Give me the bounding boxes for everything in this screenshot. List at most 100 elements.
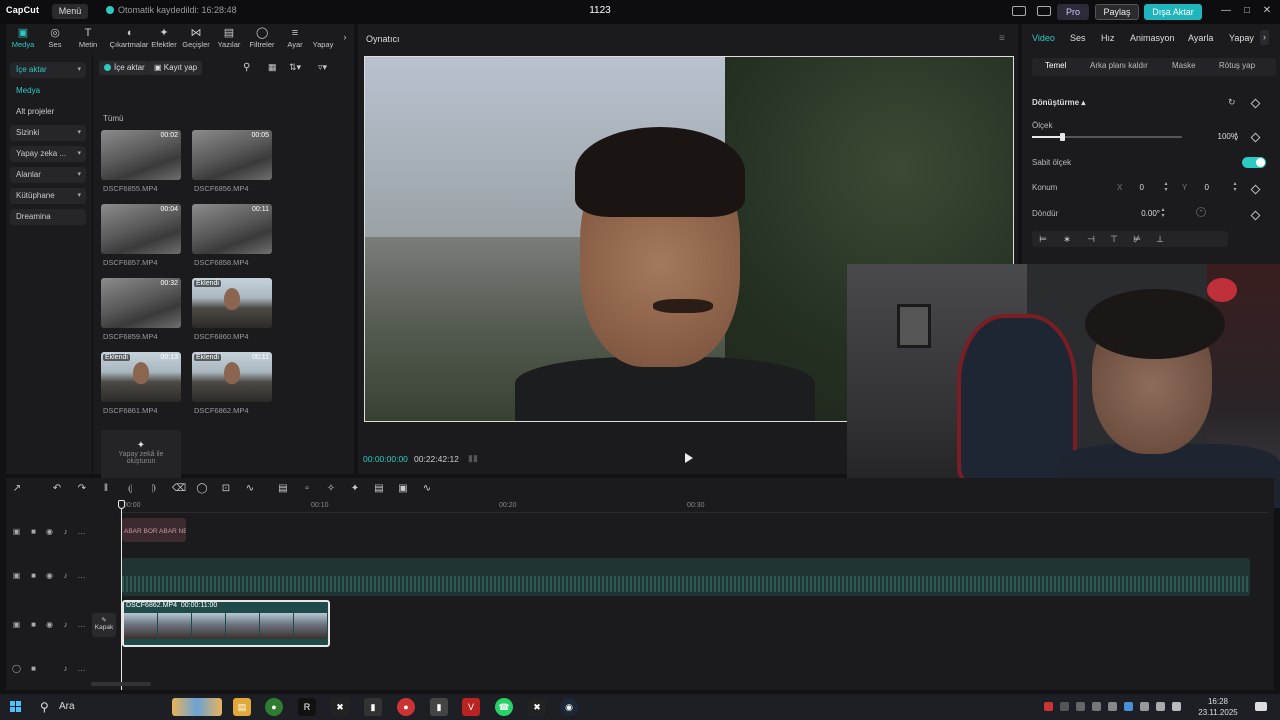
tab-captions[interactable]: ▤ Yazılar	[212, 26, 246, 50]
timeline-scrollbar[interactable]	[91, 682, 151, 686]
lock-icon[interactable]: ■	[29, 527, 38, 536]
main-video-clip[interactable]: DSCF6862.MP4 00:00:11:00	[122, 600, 330, 647]
rotate-stepper-icon[interactable]: ▴ ▾	[1159, 207, 1167, 219]
text-clip[interactable]: ABAR BOR ABAR NE	[122, 518, 186, 542]
timeline-ruler[interactable]	[119, 512, 1269, 513]
timecode-icon[interactable]: ▮▮	[468, 453, 478, 464]
search-icon[interactable]: ⚲	[243, 62, 250, 73]
eye-icon[interactable]: ◉	[45, 571, 54, 580]
media-clip[interactable]: Eklendi 00:11 DSCF6862.MP4	[192, 352, 272, 415]
more-icon[interactable]: …	[77, 620, 86, 629]
file-explorer-icon[interactable]: ▤	[233, 698, 251, 716]
speaker-icon[interactable]: ♪	[61, 664, 70, 673]
tray-app-icon[interactable]	[1140, 702, 1149, 711]
network-icon[interactable]	[1156, 702, 1165, 711]
rotate-value[interactable]: 0.00°	[1120, 209, 1160, 218]
overlay-clip-strip[interactable]	[122, 558, 1250, 596]
align-left-icon[interactable]: ⊨	[1038, 234, 1048, 244]
tab-adjust[interactable]: Ayarla	[1188, 33, 1213, 43]
tab-video[interactable]: Video	[1032, 33, 1055, 43]
capcut-icon[interactable]: ✖	[331, 698, 349, 716]
pro-button[interactable]: Pro	[1057, 4, 1089, 20]
crop-icon[interactable]: ⊡	[220, 483, 232, 495]
tray-app-icon[interactable]	[1060, 702, 1069, 711]
tab-audio[interactable]: Ses	[1070, 33, 1086, 43]
media-clip[interactable]: Eklendi DSCF6860.MP4	[192, 278, 272, 341]
more-icon[interactable]: …	[77, 527, 86, 536]
sidebar-item-library[interactable]: Kütüphane ▾	[10, 188, 86, 204]
scale-slider[interactable]	[1032, 133, 1182, 141]
tray-app-icon[interactable]	[1044, 702, 1053, 711]
project-title[interactable]: 1123	[580, 5, 620, 16]
speaker-icon[interactable]: ♪	[61, 527, 70, 536]
media-clip[interactable]: 00:02 DSCF6855.MP4	[101, 130, 181, 193]
record-button[interactable]: ▣ Kayıt yap	[149, 61, 203, 75]
trim-right-icon[interactable]: ⦈	[148, 483, 160, 495]
tab-text[interactable]: T Metin	[71, 26, 105, 50]
export-button[interactable]: Dışa Aktar	[1144, 4, 1202, 20]
tab-ai[interactable]: Yapay	[1229, 33, 1254, 43]
keyframe-icon[interactable]	[1250, 132, 1261, 143]
media-clip[interactable]: 00:05 DSCF6856.MP4	[192, 130, 272, 193]
tab-stickers[interactable]: ◖ Çıkartmalar	[107, 26, 151, 50]
tab-speed[interactable]: Hız	[1101, 33, 1115, 43]
shortcuts-icon[interactable]	[1037, 6, 1051, 16]
minimize-icon[interactable]: —	[1219, 4, 1233, 18]
redo-icon[interactable]: ↷	[76, 483, 88, 495]
captions-tool-icon[interactable]: ▤	[373, 483, 385, 495]
subtab-mask[interactable]: Maske	[1172, 61, 1196, 70]
keyframe-icon[interactable]	[1250, 98, 1261, 109]
keyframe-icon[interactable]	[1250, 210, 1261, 221]
tab-effects[interactable]: ✦ Efektler	[147, 26, 181, 50]
y-value[interactable]: 0	[1187, 183, 1209, 192]
x-stepper-icon[interactable]: ▴ ▾	[1162, 181, 1170, 193]
uniform-scale-toggle[interactable]	[1242, 157, 1266, 168]
microphone-icon[interactable]: ▮	[430, 698, 448, 716]
lock-icon[interactable]: ■	[29, 620, 38, 629]
magic-icon[interactable]: ✦	[349, 483, 361, 495]
more-icon[interactable]: …	[77, 664, 86, 673]
audio-tool-icon[interactable]: ∿	[421, 483, 433, 495]
tab-audio[interactable]: ◎ Ses	[38, 26, 72, 50]
mark-icon[interactable]: ◯	[196, 483, 208, 495]
trim-left-icon[interactable]: ⦇	[124, 483, 136, 495]
grid-view-icon[interactable]: ▦	[268, 62, 277, 73]
tray-app-icon[interactable]	[1076, 702, 1085, 711]
freeze-icon[interactable]: ▤	[277, 483, 289, 495]
subtab-basic[interactable]: Temel	[1045, 61, 1066, 70]
menu-button[interactable]: Menü	[52, 4, 88, 19]
sidebar-item-subprojects[interactable]: Alt projeler	[10, 104, 86, 120]
close-icon[interactable]: ✕	[1260, 4, 1274, 18]
playhead-handle[interactable]	[118, 500, 125, 509]
sidebar-item-media[interactable]: Medya	[10, 83, 86, 99]
mirror-icon[interactable]: ▫	[301, 483, 313, 495]
video-editor-icon[interactable]: V	[462, 698, 480, 716]
layout-icon[interactable]	[1012, 6, 1026, 16]
speaker-icon[interactable]: ♪	[61, 620, 70, 629]
r-app-icon[interactable]: R	[298, 698, 316, 716]
more-icon[interactable]: …	[77, 571, 86, 580]
media-clip[interactable]: 00:32 DSCF6859.MP4	[101, 278, 181, 341]
tab-ai[interactable]: ​Yapay	[306, 26, 340, 49]
share-button[interactable]: Paylaş	[1095, 4, 1139, 20]
y-stepper-icon[interactable]: ▴ ▾	[1231, 181, 1239, 193]
cover-button[interactable]: ✎ Kapak	[92, 613, 116, 637]
sidebar-item-import[interactable]: İçe aktar ▾	[10, 62, 86, 78]
delete-icon[interactable]: ⌫	[172, 483, 186, 495]
rotate-dial-icon[interactable]: -	[1196, 207, 1206, 217]
ai-create-card[interactable]: ✦ Yapay zekâ ile oluşturun	[101, 430, 181, 480]
windows-start-icon[interactable]	[10, 701, 22, 713]
notification-icon[interactable]	[1255, 702, 1267, 711]
app-icon[interactable]: ▮	[364, 698, 382, 716]
align-center-v-icon[interactable]: ⊭	[1132, 234, 1142, 244]
capcut-active-icon[interactable]: ✖	[528, 698, 546, 716]
eye-icon[interactable]: ◉	[45, 620, 54, 629]
select-tool-icon[interactable]: ↗	[11, 483, 23, 495]
tab-filters[interactable]: ◯ Filtreler	[245, 26, 279, 50]
sidebar-item-dreamina[interactable]: Dreamina	[10, 209, 86, 225]
speaker-icon[interactable]: ♪	[61, 571, 70, 580]
chevron-right-icon[interactable]: ›	[340, 32, 350, 42]
x-value[interactable]: 0	[1122, 183, 1144, 192]
transform-icon[interactable]: ∿	[244, 483, 256, 495]
media-clip[interactable]: 00:11 DSCF6858.MP4	[192, 204, 272, 267]
